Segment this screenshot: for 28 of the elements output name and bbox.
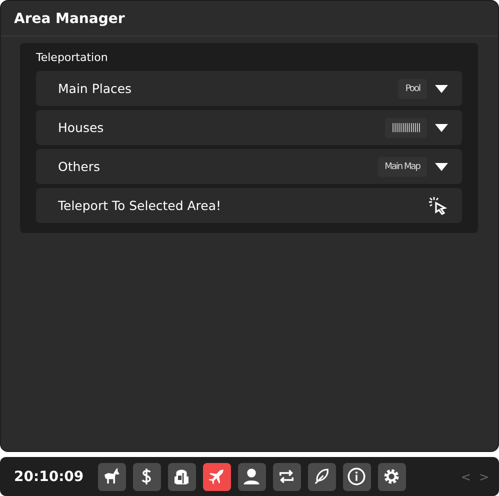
dropdown-label: Others xyxy=(58,159,102,174)
clock: 20:10:09 xyxy=(14,468,84,484)
dropdown-row[interactable]: Others Main Map xyxy=(36,149,462,184)
taskbar-button[interactable] xyxy=(308,462,336,490)
dropdown-row[interactable]: Houses |||||||||||||| xyxy=(36,110,462,145)
taskbar-button[interactable] xyxy=(168,462,196,490)
section-title: Teleportation xyxy=(36,51,109,64)
selected-value: Pool xyxy=(398,78,427,98)
person-icon xyxy=(241,466,262,487)
selected-value: Main Map xyxy=(378,156,427,176)
taskbar-button[interactable] xyxy=(98,462,126,490)
window-title: Area Manager xyxy=(1,1,498,37)
caret-icon[interactable] xyxy=(435,84,448,94)
cursor-click-icon xyxy=(428,196,448,216)
dropdown-label: Main Places xyxy=(58,81,133,96)
selected-value: |||||||||||||| xyxy=(384,118,427,138)
dropdown-label: Houses xyxy=(58,120,105,135)
info-icon xyxy=(346,466,368,487)
taskbar-button[interactable] xyxy=(378,462,406,490)
taskbar-button[interactable] xyxy=(342,462,371,490)
taskbar-button[interactable] xyxy=(238,462,266,490)
caret-icon[interactable] xyxy=(435,162,448,172)
teleport-button[interactable]: Teleport To Selected Area! xyxy=(36,188,462,223)
caret-icon[interactable] xyxy=(435,122,448,132)
taskbar-button[interactable] xyxy=(202,462,231,490)
taskbar-button[interactable] xyxy=(272,462,301,490)
taskbar-button[interactable] xyxy=(132,462,161,490)
dropdown-row[interactable]: Main Places Pool xyxy=(36,71,462,106)
